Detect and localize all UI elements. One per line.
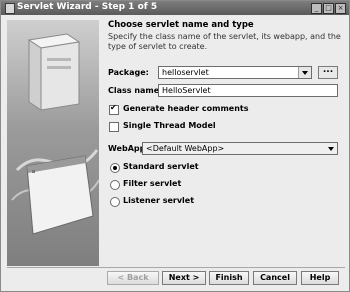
close-icon[interactable]: ×: [335, 3, 346, 14]
chevron-down-icon[interactable]: [298, 67, 311, 78]
minimize-icon[interactable]: _: [311, 3, 322, 14]
filter-servlet-label[interactable]: Filter servlet: [123, 179, 181, 188]
class-name-value: HelloServlet: [162, 86, 211, 95]
single-thread-label[interactable]: Single Thread Model: [123, 121, 216, 130]
app-icon: [5, 3, 15, 14]
package-label: Package:: [108, 68, 149, 77]
package-value: helloservlet: [162, 68, 209, 77]
page-description: Specify the class name of the servlet, i…: [108, 32, 341, 51]
single-thread-checkbox[interactable]: [109, 122, 119, 132]
standard-servlet-radio[interactable]: [110, 163, 120, 173]
class-name-label: Class name:: [108, 86, 163, 95]
title-bar[interactable]: Servlet Wizard - Step 1 of 5 _ □ ×: [1, 1, 349, 15]
wizard-illustration: [7, 20, 100, 266]
help-button[interactable]: Help: [301, 271, 339, 285]
back-button[interactable]: < Back: [107, 271, 159, 285]
browse-package-button[interactable]: ...: [318, 66, 338, 79]
window-title: Servlet Wizard - Step 1 of 5: [17, 2, 158, 12]
webapp-combobox[interactable]: <Default WebApp>: [142, 142, 338, 155]
listener-servlet-label[interactable]: Listener servlet: [123, 196, 194, 205]
generate-header-checkbox[interactable]: [109, 103, 119, 115]
listener-servlet-radio[interactable]: [110, 197, 120, 207]
maximize-icon[interactable]: □: [323, 3, 334, 14]
webapp-value: <Default WebApp>: [146, 144, 225, 153]
servlet-wizard-window: Servlet Wizard - Step 1 of 5 _ □ × Choos…: [0, 0, 350, 292]
filter-servlet-radio[interactable]: [110, 180, 120, 190]
page-heading: Choose servlet name and type: [108, 20, 254, 30]
standard-servlet-label[interactable]: Standard servlet: [123, 162, 199, 171]
cancel-button[interactable]: Cancel: [253, 271, 297, 285]
chevron-down-icon[interactable]: [325, 143, 337, 154]
package-combobox[interactable]: helloservlet: [158, 66, 312, 79]
class-name-input[interactable]: HelloServlet: [158, 84, 338, 97]
finish-button[interactable]: Finish: [209, 271, 249, 285]
generate-header-label[interactable]: Generate header comments: [123, 104, 249, 113]
next-button[interactable]: Next >: [162, 271, 206, 285]
footer-separator: [7, 267, 345, 268]
